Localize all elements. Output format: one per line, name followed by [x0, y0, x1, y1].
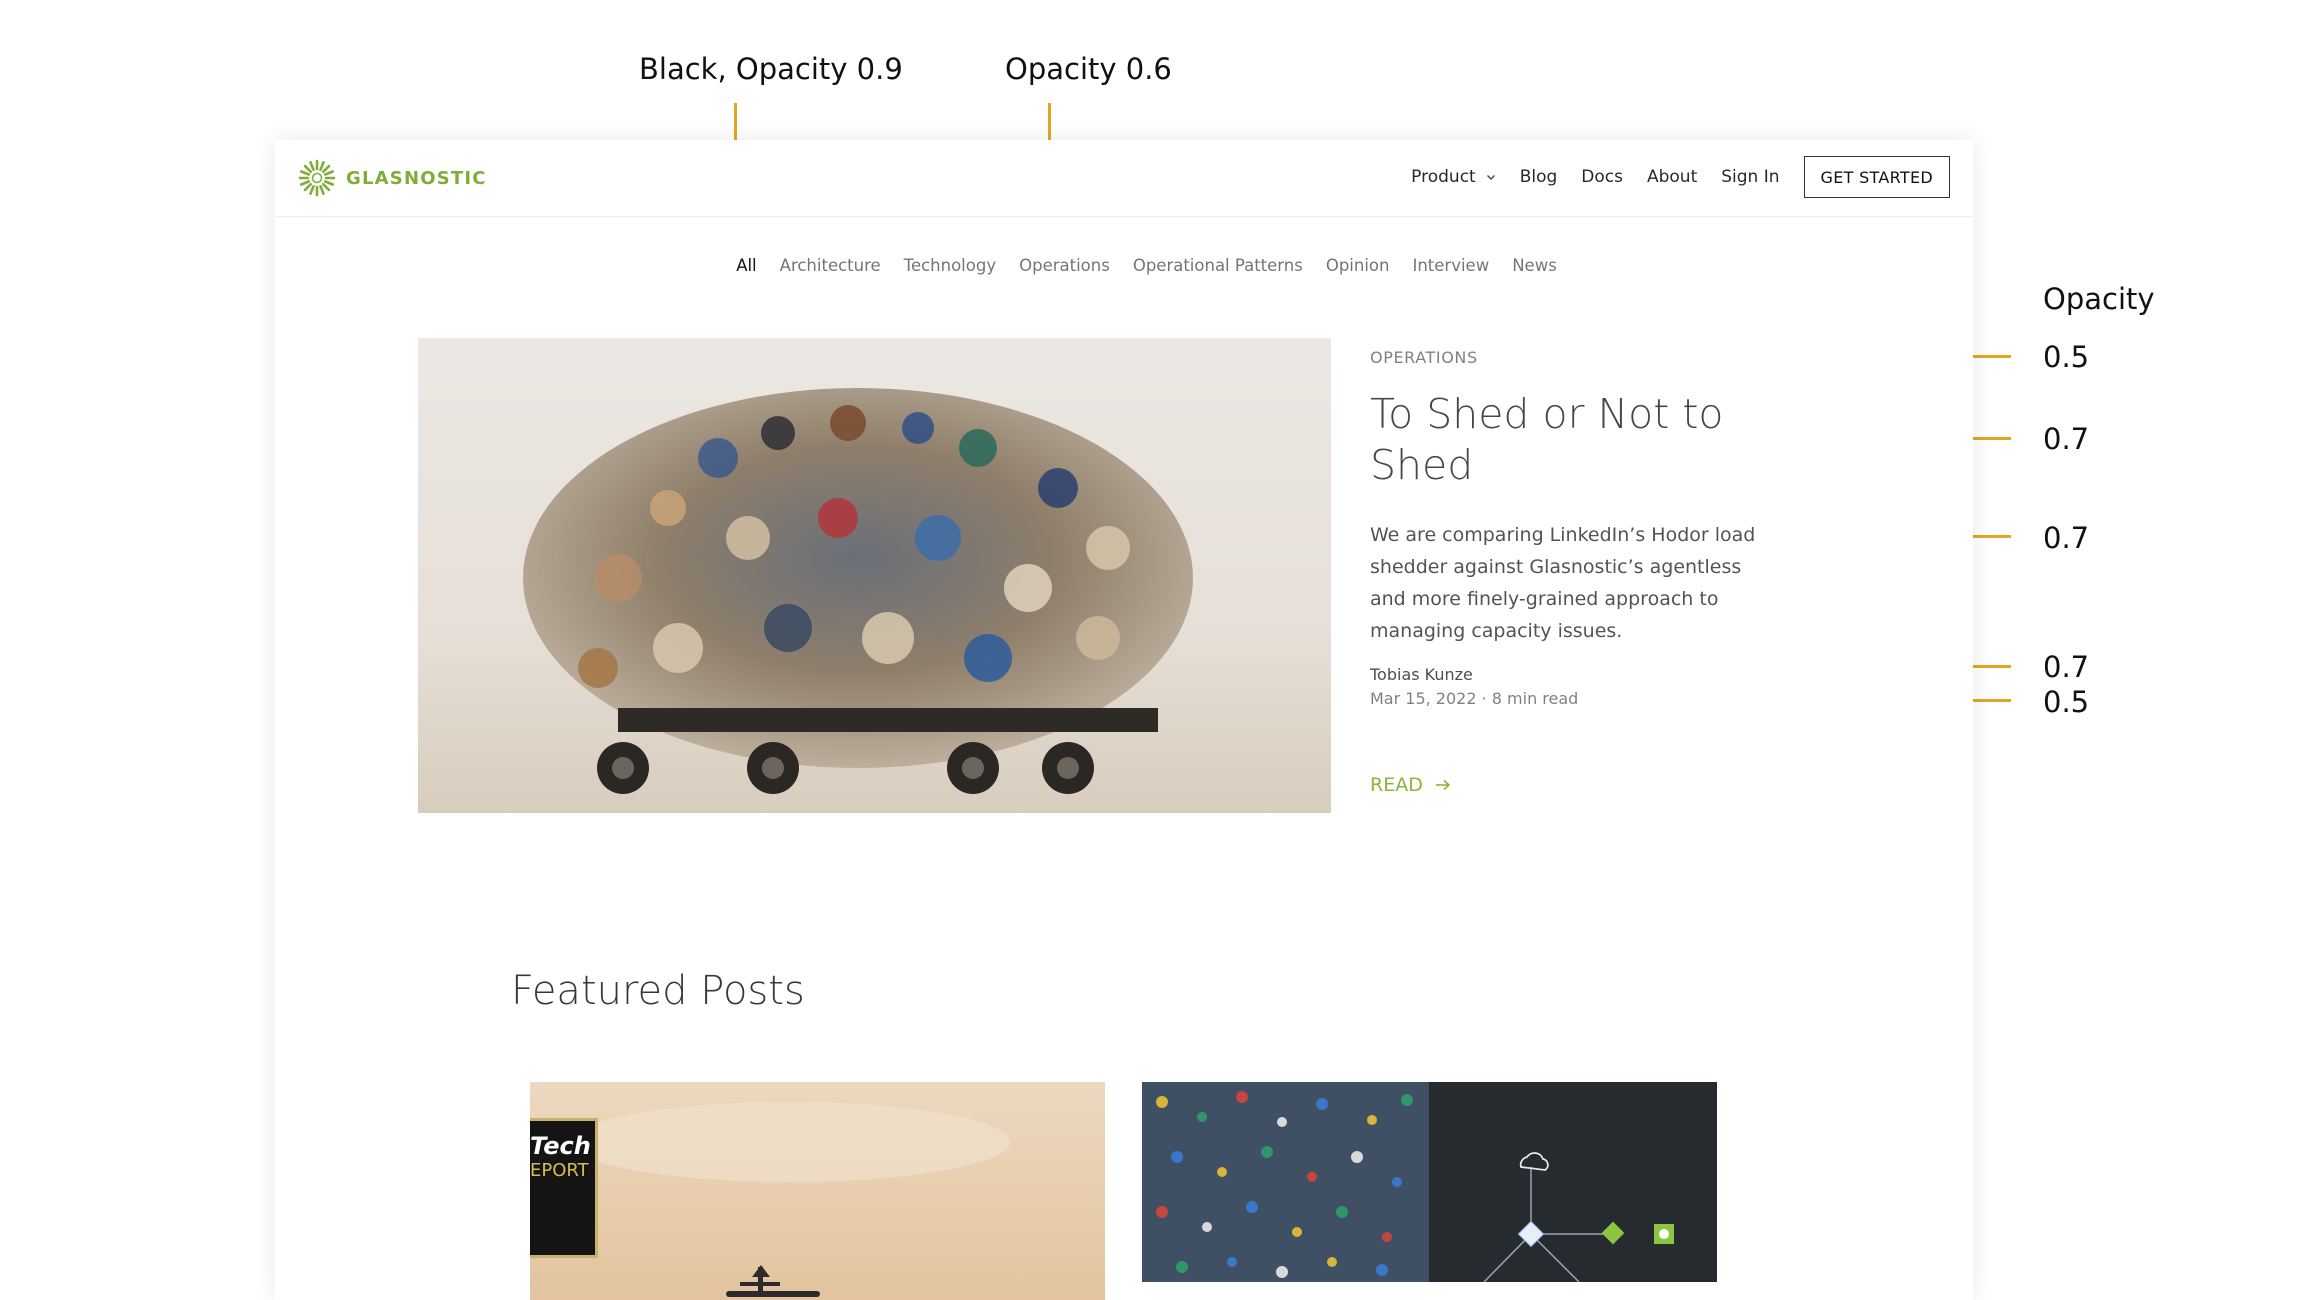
post-category[interactable]: OPERATIONS — [1370, 348, 1800, 367]
main-nav: Product Blog Docs About Sign In GET STAR… — [1411, 155, 1950, 199]
annotation-black-opacity: Black, Opacity 0.9 — [639, 52, 903, 86]
hero-post: OPERATIONS To Shed or Not to Shed We are… — [1370, 348, 1800, 796]
featured-posts-heading: Featured Posts — [511, 968, 805, 1014]
annotation-value-meta: 0.5 — [2043, 685, 2090, 719]
annotation-opacity-heading: Opacity — [2043, 282, 2155, 316]
category-architecture[interactable]: Architecture — [780, 256, 881, 275]
badge-text-tech: Tech — [530, 1132, 591, 1160]
airplane-image — [570, 1102, 1010, 1297]
hero-image-illustration — [418, 338, 1331, 813]
read-label: READ — [1370, 774, 1423, 796]
crowd-pattern — [1142, 1082, 1429, 1282]
category-operations[interactable]: Operations — [1019, 256, 1110, 275]
featured-card-crowd[interactable] — [1142, 1082, 1717, 1282]
category-interview[interactable]: Interview — [1412, 256, 1489, 275]
nav-about[interactable]: About — [1647, 167, 1697, 187]
annotation-opacity-06: Opacity 0.6 — [1005, 52, 1172, 86]
annotation-value-eyebrow: 0.5 — [2043, 340, 2090, 374]
category-news[interactable]: News — [1512, 256, 1557, 275]
chevron-down-icon — [1486, 175, 1495, 180]
category-operational-patterns[interactable]: Operational Patterns — [1133, 256, 1303, 275]
nav-blog[interactable]: Blog — [1520, 167, 1558, 187]
logo-text: GLASNOSTIC — [346, 167, 487, 189]
post-meta: Mar 15, 2022 · 8 min read — [1370, 689, 1579, 708]
post-author: Tobias Kunze — [1370, 665, 1473, 684]
get-started-button[interactable]: GET STARTED — [1803, 156, 1950, 198]
category-technology[interactable]: Technology — [904, 256, 996, 275]
read-link[interactable]: READ — [1370, 774, 1800, 796]
category-tabs: All Architecture Technology Operations O… — [275, 256, 1973, 275]
hero-image[interactable] — [418, 338, 1331, 813]
annotation-value-title: 0.7 — [2043, 422, 2090, 456]
network-diagram — [1429, 1082, 1717, 1282]
featured-card-tech-report[interactable]: Tech EPORT — [530, 1082, 1105, 1300]
annotation-value-excerpt: 0.7 — [2043, 521, 2090, 555]
annotation-value-author: 0.7 — [2043, 650, 2090, 684]
crowd-image — [1142, 1082, 1429, 1282]
nav-product[interactable]: Product — [1411, 167, 1496, 187]
nav-product-label: Product — [1411, 167, 1476, 187]
site-header: GLASNOSTIC Product Blog Docs About Sign … — [275, 140, 1973, 217]
network-diagram-image — [1429, 1082, 1717, 1282]
sunburst-logo-icon — [298, 159, 336, 197]
arrow-right-icon — [1435, 779, 1451, 791]
post-title[interactable]: To Shed or Not to Shed — [1370, 389, 1730, 491]
nav-docs[interactable]: Docs — [1581, 167, 1623, 187]
logo[interactable]: GLASNOSTIC — [297, 158, 487, 198]
badge-text-report: EPORT — [530, 1160, 589, 1181]
category-opinion[interactable]: Opinion — [1326, 256, 1390, 275]
post-excerpt: We are comparing LinkedIn’s Hodor load s… — [1370, 524, 1756, 642]
category-all[interactable]: All — [736, 256, 756, 275]
nav-sign-in[interactable]: Sign In — [1721, 167, 1779, 187]
blog-page: GLASNOSTIC Product Blog Docs About Sign … — [275, 140, 1973, 1300]
